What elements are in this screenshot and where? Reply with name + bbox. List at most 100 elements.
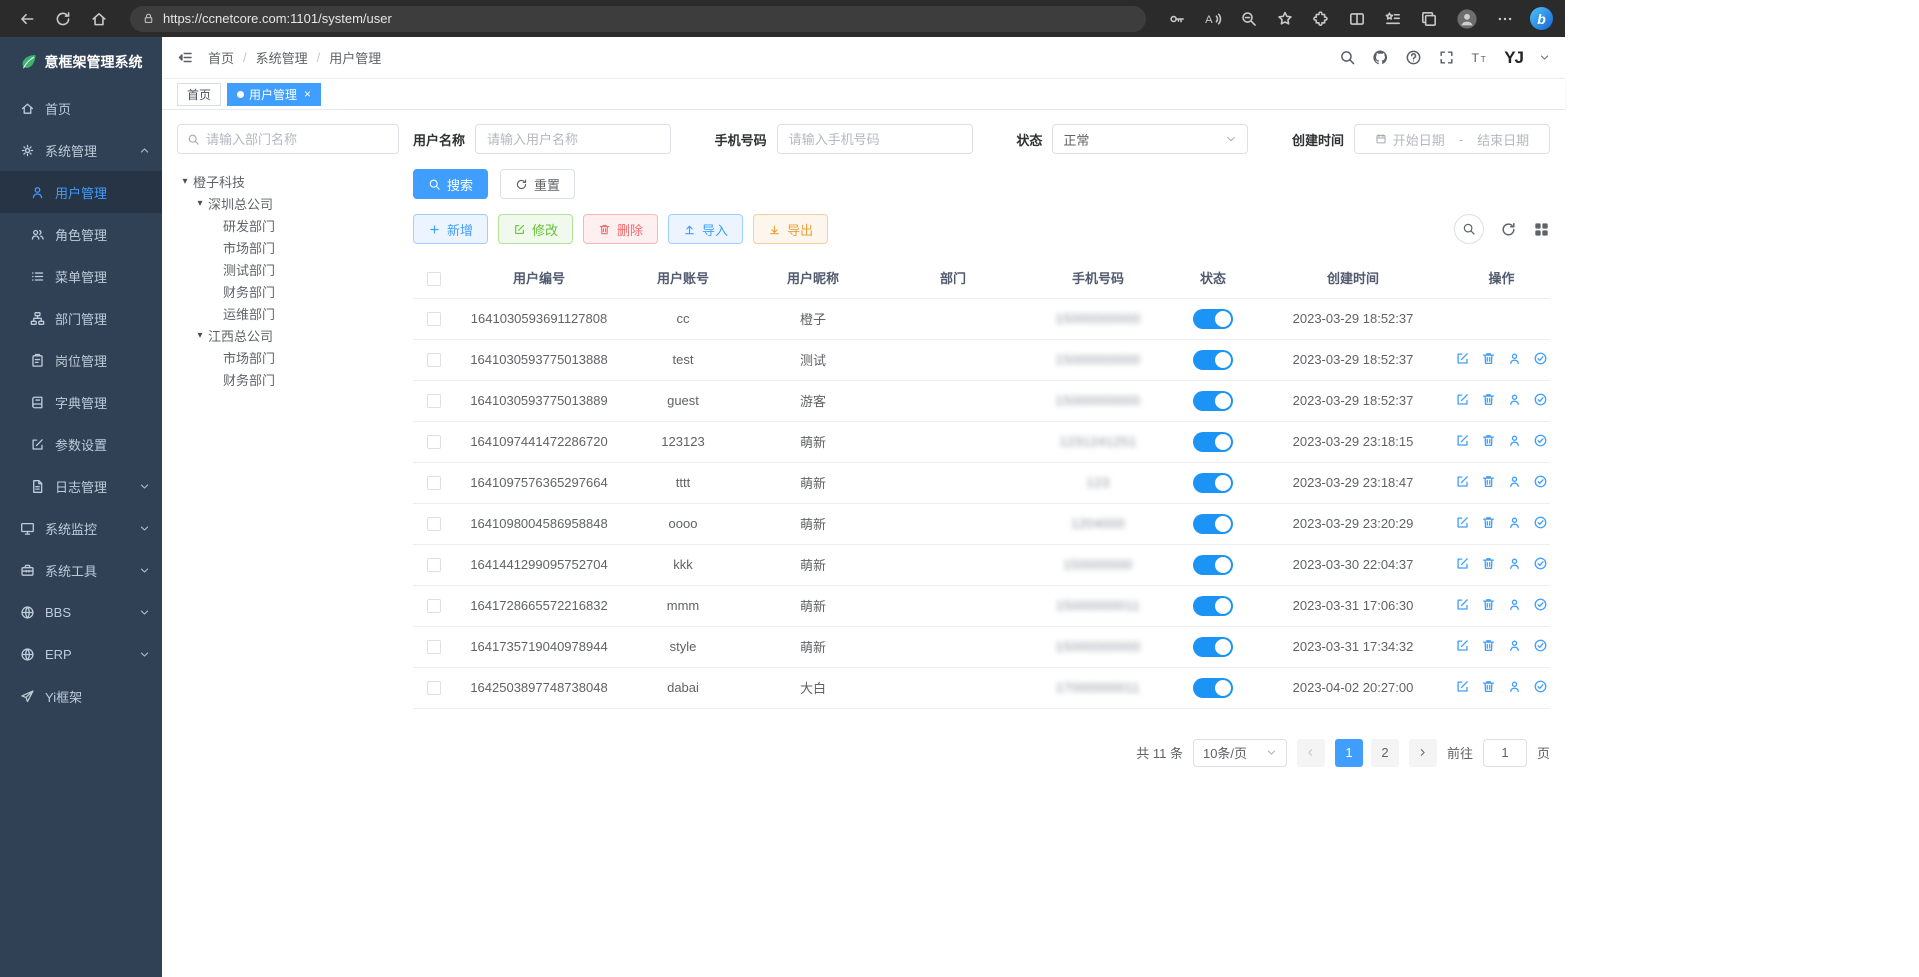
row-reset-password-button[interactable] (1507, 638, 1522, 653)
page-button-2[interactable]: 2 (1371, 739, 1399, 767)
tree-node[interactable]: 测试部门 (177, 258, 399, 280)
next-page-button[interactable] (1409, 739, 1437, 767)
tree-node[interactable]: 运维部门 (177, 302, 399, 324)
sidebar-item-erp[interactable]: ERP (0, 633, 162, 675)
status-toggle[interactable] (1193, 596, 1233, 616)
copilot-icon[interactable]: b (1530, 7, 1553, 30)
font-size-icon[interactable]: TT (1471, 49, 1488, 66)
status-toggle[interactable] (1193, 678, 1233, 698)
row-edit-button[interactable] (1455, 515, 1470, 530)
search-icon[interactable] (1339, 49, 1356, 66)
row-checkbox[interactable] (427, 353, 441, 367)
row-edit-button[interactable] (1455, 433, 1470, 448)
close-icon[interactable]: × (304, 87, 311, 101)
status-toggle[interactable] (1193, 432, 1233, 452)
row-authorize-button[interactable] (1533, 597, 1548, 612)
row-delete-button[interactable] (1481, 597, 1496, 612)
status-toggle[interactable] (1193, 514, 1233, 534)
row-reset-password-button[interactable] (1507, 392, 1522, 407)
github-icon[interactable] (1372, 49, 1389, 66)
sidebar-item-post[interactable]: 岗位管理 (0, 339, 162, 381)
status-select[interactable]: 正常 (1052, 124, 1248, 154)
tree-node[interactable]: 财务部门 (177, 368, 399, 390)
row-checkbox[interactable] (427, 394, 441, 408)
sidebar-fold-icon[interactable] (177, 49, 194, 66)
sidebar-item-log[interactable]: 日志管理 (0, 465, 162, 507)
status-toggle[interactable] (1193, 309, 1233, 329)
edit-button[interactable]: 修改 (498, 214, 573, 244)
status-toggle[interactable] (1193, 637, 1233, 657)
row-reset-password-button[interactable] (1507, 433, 1522, 448)
row-reset-password-button[interactable] (1507, 556, 1522, 571)
row-authorize-button[interactable] (1533, 679, 1548, 694)
read-aloud-icon[interactable]: A (1204, 10, 1222, 28)
phone-input[interactable] (777, 124, 973, 154)
profile-avatar[interactable] (1456, 8, 1478, 30)
tree-node[interactable]: 研发部门 (177, 214, 399, 236)
row-checkbox[interactable] (427, 599, 441, 613)
column-settings-button[interactable] (1533, 221, 1550, 238)
row-checkbox[interactable] (427, 517, 441, 531)
tree-node[interactable]: ▾深圳总公司 (177, 192, 399, 214)
row-checkbox[interactable] (427, 476, 441, 490)
delete-button[interactable]: 删除 (583, 214, 658, 244)
zoom-out-icon[interactable] (1240, 10, 1258, 28)
row-authorize-button[interactable] (1533, 515, 1548, 530)
sidebar-item-dept[interactable]: 部门管理 (0, 297, 162, 339)
row-authorize-button[interactable] (1533, 433, 1548, 448)
reset-button[interactable]: 重置 (500, 169, 575, 199)
favorite-add-icon[interactable] (1276, 10, 1294, 28)
refresh-button[interactable] (1500, 221, 1517, 238)
row-delete-button[interactable] (1481, 474, 1496, 489)
sidebar-item-home[interactable]: 首页 (0, 87, 162, 129)
tree-node[interactable]: 市场部门 (177, 346, 399, 368)
row-edit-button[interactable] (1455, 597, 1470, 612)
row-checkbox[interactable] (427, 640, 441, 654)
sidebar-item-menu[interactable]: 菜单管理 (0, 255, 162, 297)
row-reset-password-button[interactable] (1507, 597, 1522, 612)
tree-node[interactable]: 财务部门 (177, 280, 399, 302)
row-edit-button[interactable] (1455, 351, 1470, 366)
sidebar-item-yiframe[interactable]: Yi框架 (0, 675, 162, 717)
prev-page-button[interactable] (1297, 739, 1325, 767)
favorites-bar-icon[interactable] (1384, 10, 1402, 28)
date-range-picker[interactable]: 开始日期 - 结束日期 (1354, 124, 1550, 154)
row-checkbox[interactable] (427, 681, 441, 695)
fullscreen-icon[interactable] (1438, 49, 1455, 66)
breadcrumb-system[interactable]: 系统管理 (256, 48, 308, 67)
row-delete-button[interactable] (1481, 433, 1496, 448)
row-checkbox[interactable] (427, 558, 441, 572)
row-authorize-button[interactable] (1533, 351, 1548, 366)
username-input[interactable] (475, 124, 671, 154)
row-edit-button[interactable] (1455, 679, 1470, 694)
page-size-select[interactable]: 10条/页 (1193, 739, 1287, 767)
tag-user-management[interactable]: 用户管理 × (227, 83, 321, 106)
row-checkbox[interactable] (427, 435, 441, 449)
caret-down-icon[interactable]: ▾ (192, 198, 208, 209)
browser-home-icon[interactable] (90, 10, 108, 28)
row-delete-button[interactable] (1481, 638, 1496, 653)
department-search-input[interactable] (206, 132, 389, 147)
row-edit-button[interactable] (1455, 474, 1470, 489)
caret-down-icon[interactable]: ▾ (177, 176, 193, 187)
row-delete-button[interactable] (1481, 351, 1496, 366)
row-edit-button[interactable] (1455, 556, 1470, 571)
row-authorize-button[interactable] (1533, 638, 1548, 653)
row-authorize-button[interactable] (1533, 556, 1548, 571)
row-reset-password-button[interactable] (1507, 351, 1522, 366)
search-button[interactable]: 搜索 (413, 169, 488, 199)
more-menu-icon[interactable] (1496, 10, 1514, 28)
sidebar-item-tools[interactable]: 系统工具 (0, 549, 162, 591)
sidebar-item-system[interactable]: 系统管理 (0, 129, 162, 171)
row-reset-password-button[interactable] (1507, 515, 1522, 530)
row-delete-button[interactable] (1481, 392, 1496, 407)
page-button-1[interactable]: 1 (1335, 739, 1363, 767)
tree-node[interactable]: ▾橙子科技 (177, 170, 399, 192)
goto-page-input[interactable] (1483, 739, 1527, 767)
row-authorize-button[interactable] (1533, 474, 1548, 489)
sidebar-item-param[interactable]: 参数设置 (0, 423, 162, 465)
tag-home[interactable]: 首页 (177, 83, 221, 106)
row-delete-button[interactable] (1481, 515, 1496, 530)
chevron-down-icon[interactable] (1539, 52, 1550, 63)
import-button[interactable]: 导入 (668, 214, 743, 244)
